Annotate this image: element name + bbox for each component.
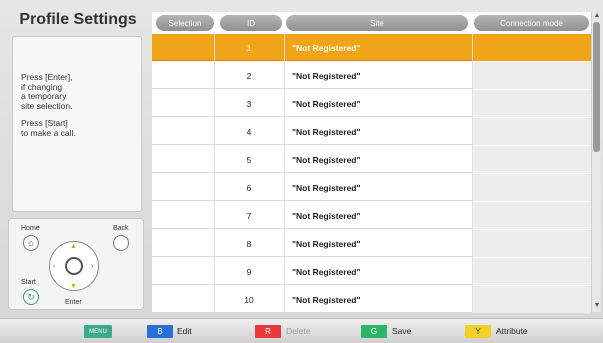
home-label: Home xyxy=(21,225,40,232)
arrow-up-icon: ▲ xyxy=(70,243,77,250)
id-cell: 5 xyxy=(246,154,252,165)
selection-cell xyxy=(152,90,214,117)
header-selection: Selection xyxy=(156,15,214,31)
table-row[interactable]: 8 "Not Registered" xyxy=(152,230,591,257)
enter-center-icon xyxy=(65,257,83,275)
home-icon: ⌂ xyxy=(23,235,39,251)
start-label: Start xyxy=(21,279,36,286)
header-connection-mode: Connection mode xyxy=(474,15,589,31)
yellow-key[interactable]: Y xyxy=(465,325,491,338)
id-cell: 7 xyxy=(246,210,252,221)
dpad-icon: ▲ ‹ › ▼ xyxy=(49,241,99,291)
id-cell: 8 xyxy=(246,238,252,249)
blue-key[interactable]: B xyxy=(147,325,173,338)
site-cell: "Not Registered" xyxy=(292,210,361,221)
save-label[interactable]: Save xyxy=(392,325,411,338)
site-cell: "Not Registered" xyxy=(292,98,361,109)
selection-cell xyxy=(152,118,214,145)
table-row[interactable]: 2 "Not Registered" xyxy=(152,62,591,89)
attribute-label[interactable]: Attribute xyxy=(496,325,528,338)
arrow-right-icon: › xyxy=(91,263,94,270)
id-cell: 2 xyxy=(246,70,252,81)
scroll-up-icon[interactable]: ▲ xyxy=(593,12,601,20)
header-id: ID xyxy=(220,15,282,31)
column-divider xyxy=(472,34,473,312)
selection-cell xyxy=(152,62,214,89)
menu-key[interactable]: MENU xyxy=(84,325,112,338)
selection-cell xyxy=(152,286,214,313)
arrow-down-icon: ▼ xyxy=(70,283,77,290)
function-key-bar: MENU B Edit R Delete G Save Y Attribute xyxy=(0,318,603,343)
scroll-thumb[interactable] xyxy=(593,22,600,152)
id-cell: 9 xyxy=(246,266,252,277)
arrow-left-icon: ‹ xyxy=(53,263,56,270)
scroll-down-icon[interactable]: ▼ xyxy=(593,302,601,310)
table-row[interactable]: 3 "Not Registered" xyxy=(152,90,591,117)
site-cell: "Not Registered" xyxy=(292,70,361,81)
selection-cell xyxy=(152,230,214,257)
header-site: Site xyxy=(286,15,468,31)
mode-cell xyxy=(472,62,591,89)
mode-cell xyxy=(472,118,591,145)
table-row[interactable]: 9 "Not Registered" xyxy=(152,258,591,285)
id-cell: 1 xyxy=(246,42,252,53)
id-cell: 3 xyxy=(246,98,252,109)
start-icon: ↻ xyxy=(23,289,39,305)
site-cell: "Not Registered" xyxy=(292,154,361,165)
edit-label[interactable]: Edit xyxy=(177,325,192,338)
delete-label[interactable]: Delete xyxy=(286,325,311,338)
column-divider xyxy=(214,34,215,312)
page-title: Profile Settings xyxy=(19,11,137,28)
id-cell: 10 xyxy=(244,294,254,305)
table-row[interactable]: 1 "Not Registered" xyxy=(152,34,591,61)
table-scrollbar[interactable]: ▲ ▼ xyxy=(591,12,601,312)
site-cell: "Not Registered" xyxy=(292,238,361,249)
mode-cell xyxy=(472,34,591,61)
help-text-enter: Press [Enter], if changing a temporary s… xyxy=(21,72,73,111)
help-text-start: Press [Start] to make a call. xyxy=(21,118,76,138)
selection-cell xyxy=(152,146,214,173)
site-cell: "Not Registered" xyxy=(292,294,361,305)
table-row[interactable]: 4 "Not Registered" xyxy=(152,118,591,145)
mode-cell xyxy=(472,230,591,257)
mode-cell xyxy=(472,146,591,173)
table-row[interactable]: 6 "Not Registered" xyxy=(152,174,591,201)
column-divider xyxy=(284,34,285,312)
remote-guide: Home ⌂ Back ▲ ‹ › ▼ Start ↻ Enter xyxy=(8,218,144,310)
enter-label: Enter xyxy=(65,299,82,306)
mode-cell xyxy=(472,202,591,229)
mode-cell xyxy=(472,174,591,201)
mode-cell xyxy=(472,286,591,313)
back-label: Back xyxy=(113,225,129,232)
id-cell: 4 xyxy=(246,126,252,137)
site-cell: "Not Registered" xyxy=(292,266,361,277)
red-key[interactable]: R xyxy=(255,325,281,338)
selection-cell xyxy=(152,202,214,229)
id-cell: 6 xyxy=(246,182,252,193)
back-icon xyxy=(113,235,129,251)
table-header: Selection ID Site Connection mode xyxy=(152,12,591,34)
mode-cell xyxy=(472,90,591,117)
site-cell: "Not Registered" xyxy=(292,126,361,137)
site-table: Selection ID Site Connection mode 1 "Not… xyxy=(152,12,591,313)
table-row[interactable]: 10 "Not Registered" xyxy=(152,286,591,313)
selection-cell xyxy=(152,34,214,61)
selection-cell xyxy=(152,174,214,201)
site-cell: "Not Registered" xyxy=(292,182,361,193)
table-row[interactable]: 5 "Not Registered" xyxy=(152,146,591,173)
selection-cell xyxy=(152,258,214,285)
table-row[interactable]: 7 "Not Registered" xyxy=(152,202,591,229)
mode-cell xyxy=(472,258,591,285)
green-key[interactable]: G xyxy=(361,325,387,338)
site-cell: "Not Registered" xyxy=(292,42,361,53)
help-panel: Press [Enter], if changing a temporary s… xyxy=(12,36,142,212)
